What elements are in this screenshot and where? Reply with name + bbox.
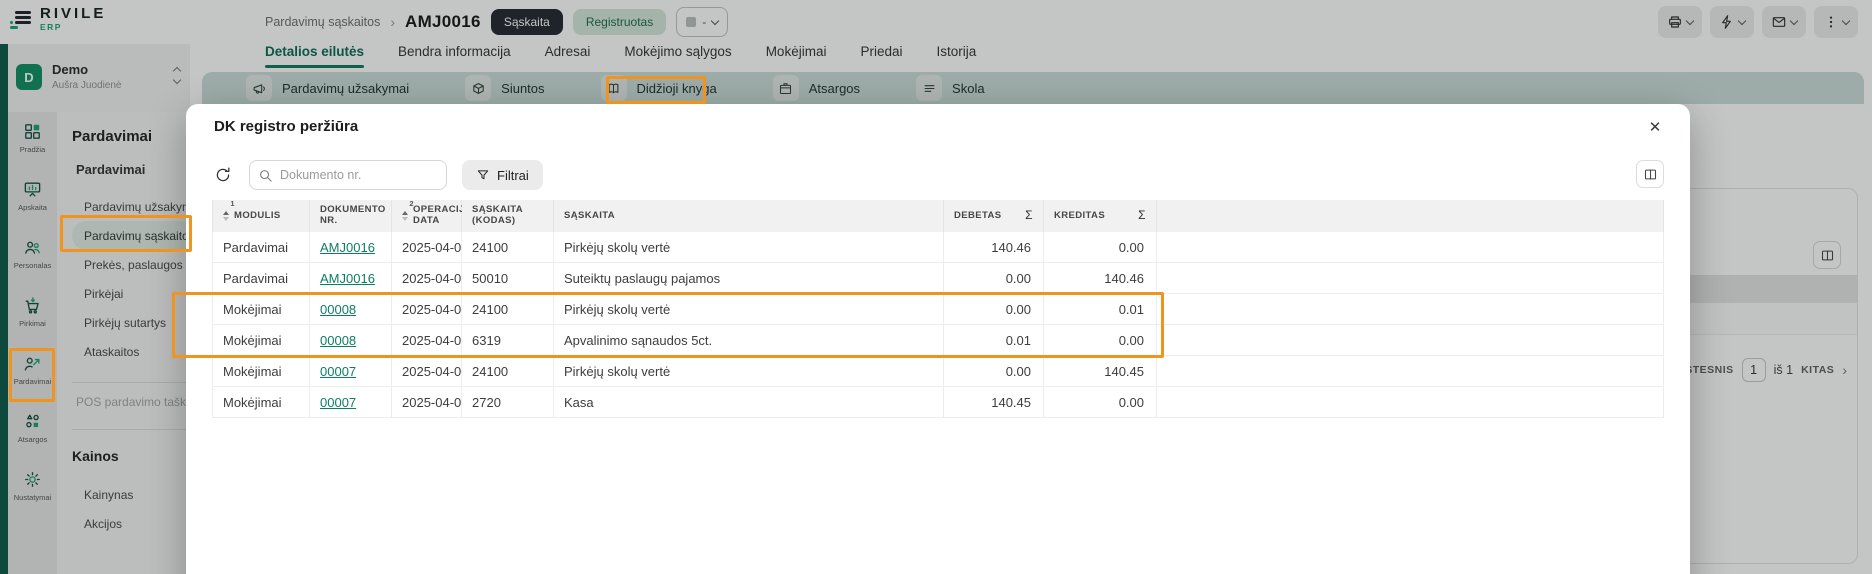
column-header-s-skaita[interactable]: SĄSKAITA [554,200,944,232]
columns-toggle-button[interactable] [1636,160,1664,188]
cell-dok-nr: 00007 [310,387,392,418]
cell-data: 2025-04-03 [392,387,462,418]
document-link[interactable]: AMJ0016 [320,240,375,255]
cell-saskaita: Pirkėjų skolų vertė [554,232,944,263]
table-row: Mokėjimai 00007 2025-04-032720Kasa140.450.… [212,387,1664,418]
refresh-icon [214,166,232,184]
cell-saskaita: Kasa [554,387,944,418]
column-header-filler [1157,200,1664,232]
columns-icon [1643,167,1658,182]
table-row: Mokėjimai 00007 2025-04-0324100Pirkėjų sko… [212,356,1664,387]
cell-kreditas: 140.46 [1044,263,1157,294]
search-input-wrap [249,160,447,190]
cell-dok-nr: AMJ0016 [310,232,392,263]
column-header-dokumento-nr-[interactable]: DOKUMENTO NR. [310,200,392,232]
annotation-box-pardavimu-saskaitos [60,215,192,252]
table-header-row: 1 MODULIS DOKUMENTO NR. 2OPERACIJOS DATA SĄS… [212,200,1664,232]
cell-saskaita-kodas: 24100 [462,356,554,387]
sigma-icon[interactable]: Σ [1138,209,1146,223]
cell-modulis: Mokėjimai [212,356,310,387]
search-input[interactable] [250,161,446,189]
annotation-box-table-rows [172,292,1164,358]
annotation-box-pardavimai-rail [9,348,55,402]
cell-saskaita-kodas: 24100 [462,232,554,263]
filter-button-label: Filtrai [497,168,529,183]
cell-filler [1157,387,1664,418]
cell-kreditas: 0.00 [1044,232,1157,263]
cell-data: 2025-04-03 [392,263,462,294]
cell-modulis: Mokėjimai [212,387,310,418]
filter-icon [476,168,490,182]
cell-kreditas: 140.45 [1044,356,1157,387]
cell-modulis: Pardavimai [212,232,310,263]
cell-saskaita-kodas: 50010 [462,263,554,294]
column-label: MODULIS [234,211,281,222]
cell-filler [1157,263,1664,294]
table-row: Pardavimai AMJ0016 2025-04-0324100Pirkėjų … [212,232,1664,263]
annotation-box-didzioji-knyga [606,76,706,104]
cell-filler [1157,294,1664,325]
column-header-kreditas[interactable]: KREDITAS Σ [1044,200,1157,232]
cell-dok-nr: 00007 [310,356,392,387]
cell-filler [1157,232,1664,263]
column-label: DEBETAS [954,211,1002,222]
app-window: RIVILE ERP Pardavimų sąskaitos › AMJ0016… [0,0,1872,574]
modal-title: DK registro peržiūra [214,118,358,135]
cell-filler [1157,325,1664,356]
table-row: Pardavimai AMJ0016 2025-04-0350010Suteiktų… [212,263,1664,294]
close-icon[interactable]: ✕ [1642,114,1668,140]
document-link[interactable]: 00007 [320,364,356,379]
column-header-debetas[interactable]: DEBETAS Σ [944,200,1044,232]
cell-data: 2025-04-03 [392,232,462,263]
column-label: KREDITAS [1054,211,1105,222]
column-label: SĄSKAITA (KODAS) [472,205,543,227]
cell-saskaita-kodas: 2720 [462,387,554,418]
cell-modulis: Pardavimai [212,263,310,294]
sigma-icon[interactable]: Σ [1025,209,1033,223]
cell-debetas: 140.45 [944,387,1044,418]
column-header-operacijos-data[interactable]: 2OPERACIJOS DATA [392,200,462,232]
column-label: DOKUMENTO NR. [320,205,386,227]
cell-debetas: 0.00 [944,263,1044,294]
cell-saskaita: Pirkėjų skolų vertė [554,356,944,387]
filter-icon [476,168,490,182]
cell-debetas: 140.46 [944,232,1044,263]
cell-filler [1157,356,1664,387]
refresh-icon[interactable] [212,164,234,186]
document-link[interactable]: AMJ0016 [320,271,375,286]
document-link[interactable]: 00007 [320,395,356,410]
column-header-modulis[interactable]: 1 MODULIS [212,200,310,232]
sort-icon: 2 [402,211,408,221]
sort-icon: 1 [223,211,229,221]
cell-debetas: 0.00 [944,356,1044,387]
cell-saskaita: Suteiktų paslaugų pajamos [554,263,944,294]
search-icon [258,168,273,183]
filter-button[interactable]: Filtrai [462,160,543,190]
column-header-s-skaita-kodas-[interactable]: SĄSKAITA (KODAS) [462,200,554,232]
cell-dok-nr: AMJ0016 [310,263,392,294]
column-label: SĄSKAITA [564,211,615,222]
cell-data: 2025-04-03 [392,356,462,387]
cell-kreditas: 0.00 [1044,387,1157,418]
